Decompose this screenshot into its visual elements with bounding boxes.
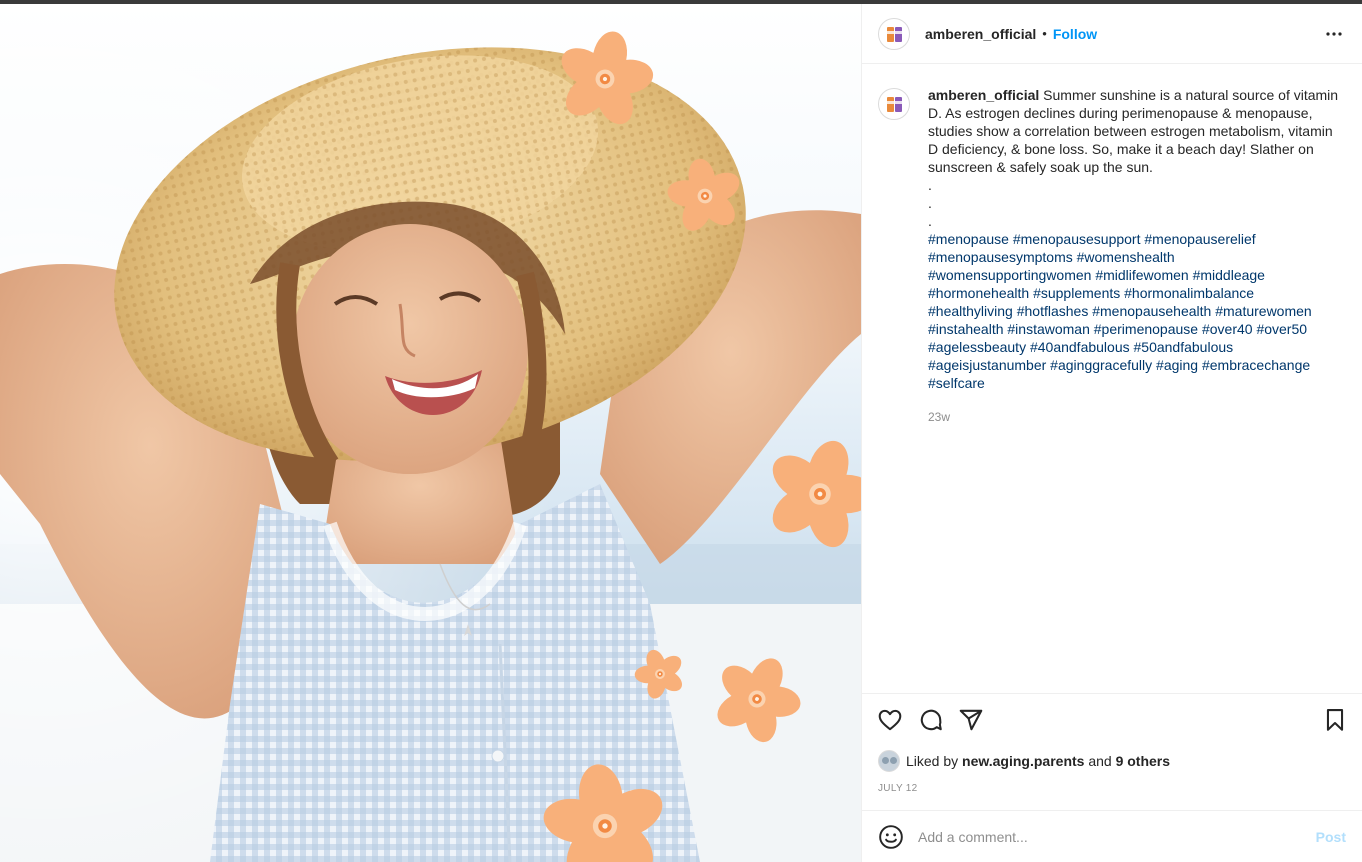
post-image[interactable]	[0, 4, 861, 862]
profile-avatar[interactable]	[878, 17, 910, 50]
liked-by-prefix: Liked by	[906, 753, 959, 769]
paper-plane-icon[interactable]	[958, 707, 984, 733]
post-caption: amberen_official Summer sunshine is a na…	[928, 86, 1340, 426]
header-username[interactable]: amberen_official	[925, 26, 1036, 42]
post-comment-button[interactable]: Post	[1316, 829, 1346, 845]
post-header: amberen_official • Follow	[862, 4, 1362, 64]
caption-dot: .	[928, 213, 932, 229]
post-photo-illustration	[0, 4, 861, 862]
follow-button[interactable]: Follow	[1053, 26, 1097, 42]
caption-dot: .	[928, 195, 932, 211]
post-date[interactable]: JULY 12	[878, 783, 918, 794]
header-separator: •	[1042, 26, 1047, 41]
caption-hashtags[interactable]: #menopause #menopausesupport #menopauser…	[928, 230, 1340, 392]
caption-dot: .	[928, 177, 932, 193]
liked-by: Liked by new.aging.parents and 9 others	[878, 750, 1170, 772]
comment-icon[interactable]	[918, 707, 944, 733]
emoji-icon[interactable]	[878, 824, 904, 850]
comment-bar: Post	[862, 810, 1362, 862]
action-bar	[862, 693, 1362, 745]
post-time-ago[interactable]: 23w	[928, 408, 1340, 426]
liked-by-and: and	[1088, 753, 1112, 769]
caption-section: amberen_official Summer sunshine is a na…	[862, 64, 1362, 694]
more-options-icon[interactable]	[1324, 24, 1344, 44]
comment-input[interactable]	[918, 828, 1316, 845]
liked-by-user[interactable]: new.aging.parents	[962, 753, 1084, 769]
caption-avatar[interactable]	[878, 88, 910, 120]
bookmark-icon[interactable]	[1322, 707, 1348, 733]
liked-by-others[interactable]: 9 others	[1116, 753, 1170, 769]
heart-icon[interactable]	[877, 707, 903, 733]
caption-username[interactable]: amberen_official	[928, 87, 1039, 103]
liker-avatar[interactable]	[878, 750, 900, 772]
post-side-panel: amberen_official • Follow amberen_offici…	[861, 4, 1362, 862]
